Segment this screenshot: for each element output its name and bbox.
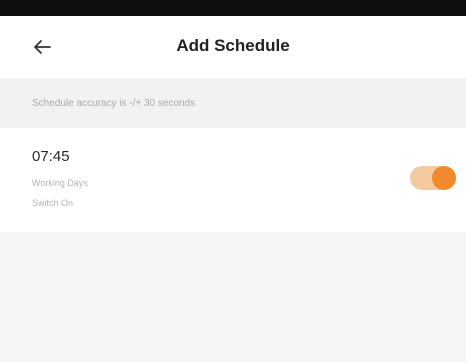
status-bar [0,0,466,16]
schedule-repeat: Working Days [32,178,88,188]
page-title: Add Schedule [176,36,290,55]
accuracy-notice-text: Schedule accuracy is -/+ 30 seconds [32,98,196,109]
schedule-item[interactable]: 07:45 Working Days Switch On [0,128,466,232]
toggle-knob [432,166,456,190]
schedule-action: Switch On [32,198,74,208]
schedule-enable-toggle[interactable] [410,166,456,190]
schedule-time: 07:45 [32,148,70,165]
empty-content-area [0,232,466,362]
accuracy-notice: Schedule accuracy is -/+ 30 seconds [0,78,466,128]
app-header: Add Schedule [0,16,466,78]
